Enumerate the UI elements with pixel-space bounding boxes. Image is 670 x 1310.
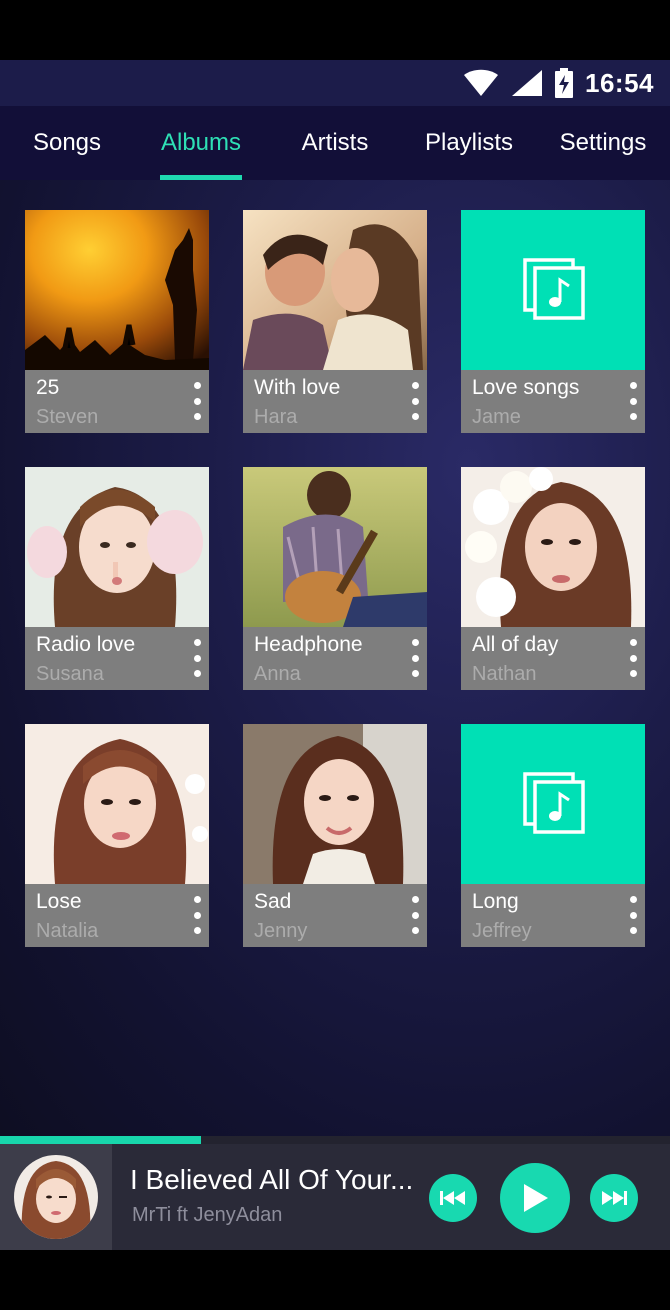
play-button[interactable] bbox=[500, 1163, 570, 1233]
more-options-icon[interactable] bbox=[407, 382, 423, 420]
tab-settings[interactable]: Settings bbox=[536, 106, 670, 180]
music-note-placeholder-icon bbox=[461, 724, 645, 884]
now-playing-artist: MrTi ft JenyAdan bbox=[132, 1204, 283, 1226]
girl-smiling-photo bbox=[243, 724, 427, 884]
more-options-icon[interactable] bbox=[407, 896, 423, 934]
album-title: With love bbox=[254, 376, 341, 399]
phone-screen: 16:54 Songs Albums Artists Playlists Set… bbox=[0, 0, 670, 1310]
album-title: Long bbox=[472, 890, 519, 913]
signal-icon bbox=[512, 70, 542, 96]
playback-progress-fill bbox=[0, 1136, 201, 1144]
tab-albums[interactable]: Albums bbox=[134, 106, 268, 180]
more-options-icon[interactable] bbox=[189, 639, 205, 677]
music-note-placeholder-icon bbox=[461, 210, 645, 370]
album-artist: Anna bbox=[254, 663, 301, 685]
album-info: Sad Jenny bbox=[243, 884, 427, 947]
album-info: With love Hara bbox=[243, 370, 427, 433]
concert-photo bbox=[25, 210, 209, 370]
tab-artists[interactable]: Artists bbox=[268, 106, 402, 180]
album-artist: Jenny bbox=[254, 920, 308, 942]
album-artist: Jeffrey bbox=[472, 920, 532, 942]
album-artist: Susana bbox=[36, 663, 104, 685]
tab-playlists[interactable]: Playlists bbox=[402, 106, 536, 180]
more-options-icon[interactable] bbox=[189, 382, 205, 420]
more-options-icon[interactable] bbox=[189, 896, 205, 934]
album-card[interactable]: Headphone Anna bbox=[243, 467, 427, 690]
album-card[interactable]: Love songs Jame bbox=[461, 210, 645, 433]
more-options-icon[interactable] bbox=[625, 639, 641, 677]
album-title: Lose bbox=[36, 890, 82, 913]
album-card[interactable]: Long Jeffrey bbox=[461, 724, 645, 947]
album-info: Headphone Anna bbox=[243, 627, 427, 690]
album-title: 25 bbox=[36, 376, 60, 399]
couple-kiss-photo bbox=[243, 210, 427, 370]
album-info: Long Jeffrey bbox=[461, 884, 645, 947]
girl-portrait-photo bbox=[25, 724, 209, 884]
album-card[interactable]: Radio love Susana bbox=[25, 467, 209, 690]
album-artist: Steven bbox=[36, 406, 99, 428]
status-bar: 16:54 bbox=[0, 60, 670, 106]
girl-flowers-photo bbox=[461, 467, 645, 627]
tab-bar: Songs Albums Artists Playlists Settings bbox=[0, 106, 670, 180]
album-info: Lose Natalia bbox=[25, 884, 209, 947]
album-artist: Nathan bbox=[472, 663, 537, 685]
status-time: 16:54 bbox=[585, 67, 654, 98]
wifi-icon bbox=[464, 69, 498, 96]
mini-player[interactable]: I Believed All Of Your... MrTi ft JenyAd… bbox=[0, 1136, 670, 1250]
battery-charging-icon bbox=[555, 68, 573, 98]
next-button[interactable] bbox=[590, 1174, 638, 1222]
more-options-icon[interactable] bbox=[625, 382, 641, 420]
top-bezel bbox=[0, 0, 670, 60]
bottom-bezel bbox=[0, 1250, 670, 1310]
album-title: Love songs bbox=[472, 376, 580, 399]
previous-button[interactable] bbox=[429, 1174, 477, 1222]
album-title: Sad bbox=[254, 890, 292, 913]
album-card[interactable]: Sad Jenny bbox=[243, 724, 427, 947]
girl-earmuffs-photo bbox=[25, 467, 209, 627]
album-info: 25 Steven bbox=[25, 370, 209, 433]
album-card[interactable]: Lose Natalia bbox=[25, 724, 209, 947]
albums-content: 25 Steven With love Hara Love songs Jame… bbox=[0, 180, 670, 1136]
fast-forward-icon bbox=[602, 1191, 627, 1205]
album-grid: 25 Steven With love Hara Love songs Jame… bbox=[25, 210, 645, 947]
tab-songs[interactable]: Songs bbox=[0, 106, 134, 180]
album-card[interactable]: All of day Nathan bbox=[461, 467, 645, 690]
album-artist: Hara bbox=[254, 406, 298, 428]
album-artist: Jame bbox=[472, 406, 521, 428]
album-artist: Natalia bbox=[36, 920, 99, 942]
album-title: All of day bbox=[472, 633, 559, 656]
now-playing-thumb-container bbox=[0, 1144, 112, 1250]
album-card[interactable]: 25 Steven bbox=[25, 210, 209, 433]
playback-progress-bar[interactable] bbox=[0, 1136, 670, 1144]
play-icon bbox=[524, 1184, 548, 1212]
album-card[interactable]: With love Hara bbox=[243, 210, 427, 433]
album-title: Headphone bbox=[254, 633, 363, 656]
now-playing-title: I Believed All Of Your... bbox=[130, 1164, 414, 1195]
more-options-icon[interactable] bbox=[407, 639, 423, 677]
album-info: All of day Nathan bbox=[461, 627, 645, 690]
album-info: Love songs Jame bbox=[461, 370, 645, 433]
rewind-icon bbox=[440, 1191, 465, 1205]
album-title: Radio love bbox=[36, 633, 136, 656]
more-options-icon[interactable] bbox=[625, 896, 641, 934]
album-info: Radio love Susana bbox=[25, 627, 209, 690]
guitar-man-photo bbox=[243, 467, 427, 627]
now-playing-artwork[interactable] bbox=[14, 1155, 98, 1239]
